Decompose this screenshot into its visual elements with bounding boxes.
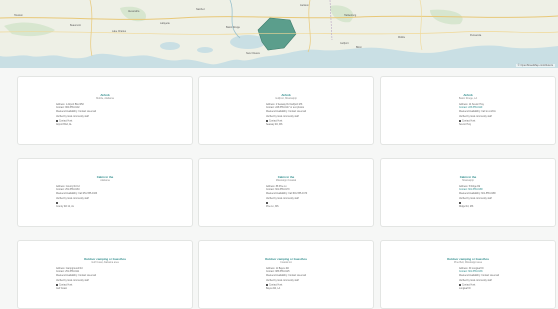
contact-host-link[interactable]: Contact Host [59,120,72,122]
listing-location: Alabama [100,179,110,182]
map-place-label: Lake Charles [112,30,127,33]
listing-availability: Weekend Availability: Contact via email [266,274,306,277]
map-attribution[interactable]: © OpenStreetMap contributors [515,64,555,67]
listing-details: Address: 30 Longleaf Dr Contact: 601-555… [459,268,499,291]
listing-street: County Rd 12, AL [56,205,75,208]
contact-host-link[interactable]: Contact Host [59,284,72,286]
listing-availability: Weekend Availability: Contact via email [266,110,306,113]
map-place-label: Lafayette [160,22,170,25]
contact-icon [266,119,268,122]
listing-location: Mississippi Coastal [275,179,297,182]
listing-street: Longleaf Dr [459,287,471,290]
listing-availability: Weekend Availability: Call 601-555-0170 [266,192,308,195]
contact-icon [56,119,58,122]
contact-icon[interactable] [56,201,58,204]
listing-details: Address: 88 Pine Ln Contact: 601-555-017… [266,186,307,209]
listing-availability: Weekend Availability: Contact via email [459,274,499,277]
map-place-label: Gulfport [340,42,349,45]
listing-card[interactable]: Cabin in the Alabama Address: County Rd … [17,158,193,227]
map-place-label: Beaumont [70,24,81,27]
listing-verification: Verified by local community staff [459,198,492,201]
listing-location: Gulf Coast, Alabama area [91,261,119,264]
contact-host-link[interactable]: Contact Host [269,284,282,286]
contact-icon[interactable] [266,201,268,204]
listing-street: Airport Blvd, AL [56,123,72,126]
listing-details: Address: 1 Airport Blvd #52 Contact: 800… [56,104,96,127]
listing-availability: Weekend Availability: Contact via email [56,274,96,277]
map-place-label: New Orleans [246,52,260,55]
listing-details: Address: Campground Rd Contact: 251-555-… [56,268,96,291]
contact-icon [459,283,461,286]
listing-card[interactable]: Airbnb Baton Rouge, LA Address: 14 Sceni… [380,76,556,145]
map-place-label: Biloxi [356,46,362,49]
contact-icon [56,283,58,286]
listing-street: Bayou Rd, LA [266,287,281,290]
listing-location: Pine Belt, Mississippi area [454,261,482,264]
listing-card[interactable]: Airbnb Gulfport, Mississippi Address: 2 … [198,76,374,145]
listing-card[interactable]: Outdoor camping or Guesthos Pine Belt, M… [380,240,556,309]
listing-card[interactable]: Cabin in the Mississippi Coastal Address… [198,158,374,227]
contact-host-link[interactable]: Contact Host [462,284,475,286]
listing-grid: Airbnb Mobile, Alabama Address: 1 Airpor… [0,68,558,309]
map-place-label: Pensacola [470,34,482,37]
contact-icon [459,119,461,122]
map-view[interactable]: Houston Beaumont Lake Charles Lafayette … [0,0,558,68]
listing-street: Seaway Rd, MS [266,123,283,126]
map-place-label: Alexandria [128,10,140,13]
listing-details: Address: County Rd 12 Contact: 251-555-0… [56,186,97,209]
listing-details: Address: 5 Ridge Rd Contact: 601-555-018… [459,186,496,209]
listing-card[interactable]: Airbnb Mobile, Alabama Address: 1 Airpor… [17,76,193,145]
listing-street: Scenic Hwy [459,123,471,126]
listing-location: Baton Rouge, LA [458,97,478,100]
map-place-label: Jackson [300,4,309,7]
listing-card[interactable]: Outdoor camping or Guesthos Gulf Coast, … [17,240,193,309]
listing-location: Mississippi [462,179,474,182]
listing-card[interactable]: Outdoor camping or Guesthos Coastal LA A… [198,240,374,309]
map-place-label: Natchez [196,8,205,11]
listing-street: Gulf Coast [56,287,67,290]
listing-location: Mobile, Alabama [96,97,114,100]
contact-host-link[interactable]: Contact Host [269,120,282,122]
map-place-label: Hattiesburg [344,14,357,17]
listing-availability: Weekend Availability: 601-555-0188 [459,192,496,195]
listing-street: Ridge Rd, MS [459,205,474,208]
contact-icon [266,283,268,286]
listing-location: Gulfport, Mississippi [275,97,297,100]
contact-icon[interactable] [459,201,461,204]
listing-details: Address: 14 Scenic Hwy Contact: 225-555-… [459,104,496,127]
listing-availability: Weekend Availability: Call to confirm [459,110,496,113]
map-place-label: Mobile [398,36,406,39]
contact-host-link[interactable]: Contact Host [462,120,475,122]
listing-availability: Weekend Availability: Contact via email [56,110,96,113]
map-place-label: Houston [14,14,23,17]
listing-availability: Weekend Availability: Call 251-555-0163 [56,192,98,195]
listing-location: Coastal LA [280,261,292,264]
listing-street: Pine Ln, MS [266,205,279,208]
listing-card[interactable]: Cabin in the Mississippi Address: 5 Ridg… [380,158,556,227]
map-place-label: Baton Rouge [226,26,240,29]
listing-details: Address: 11 Bayou Rd Contact: 985-555-01… [266,268,306,291]
listing-details: Address: 2 Seaway Rd Gulfport MS Contact… [266,104,306,127]
